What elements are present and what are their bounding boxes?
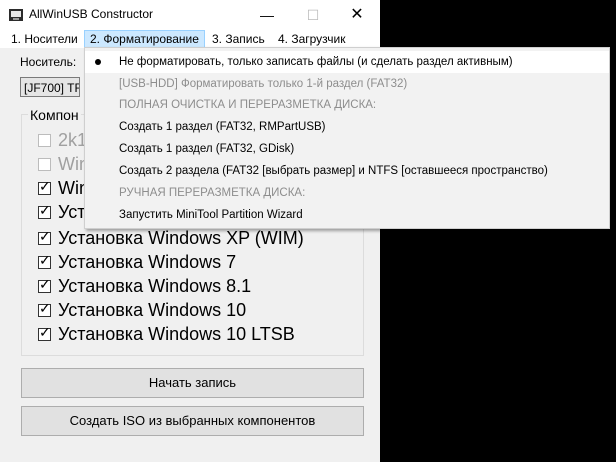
start-write-button[interactable]: Начать запись bbox=[21, 368, 364, 398]
component-item[interactable]: ✓ Установка Windows XP (WIM) bbox=[38, 227, 304, 249]
format-option-usb-hdd[interactable]: [USB-HDD] Форматировать только 1-й разде… bbox=[85, 73, 609, 95]
check-icon: ✓ bbox=[39, 177, 51, 194]
maximize-button[interactable]: ☐ bbox=[290, 0, 336, 30]
close-button[interactable]: ✕ bbox=[334, 0, 380, 30]
menu-bar: 1. Носители 2. Форматирование 3. Запись … bbox=[0, 30, 380, 48]
title-bar[interactable]: AllWinUSB Constructor — ☐ ✕ bbox=[0, 0, 380, 30]
checkbox[interactable]: ✓ bbox=[38, 251, 51, 269]
menu-section-label: РУЧНАЯ ПЕРЕРАЗМЕТКА ДИСКА: bbox=[119, 187, 306, 199]
media-label: Носитель: bbox=[20, 55, 77, 69]
media-select[interactable]: [JF700] TR bbox=[20, 77, 80, 97]
menu-option-label: [USB-HDD] Форматировать только 1-й разде… bbox=[119, 78, 408, 90]
checkbox[interactable]: ✓ bbox=[38, 323, 51, 341]
section-header-full-clean: ПОЛНАЯ ОЧИСТКА И ПЕРЕРАЗМЕТКА ДИСКА: bbox=[85, 94, 609, 116]
components-group-title: Компон bbox=[28, 107, 81, 123]
usb-drive-icon bbox=[9, 9, 23, 21]
format-option-minitool[interactable]: Запустить MiniTool Partition Wizard bbox=[85, 204, 609, 226]
format-option-two-partitions[interactable]: Создать 2 раздела (FAT32 [выбрать размер… bbox=[85, 160, 609, 182]
checkbox[interactable] bbox=[38, 133, 51, 147]
check-icon: ✓ bbox=[39, 201, 51, 218]
component-item[interactable]: ✓ Установка Windows 10 LTSB bbox=[38, 323, 295, 345]
checkbox[interactable]: ✓ bbox=[38, 227, 51, 245]
component-label: Установка Windows 7 bbox=[58, 251, 237, 272]
format-option-no-format[interactable]: Не форматировать, только записать файлы … bbox=[85, 51, 609, 73]
component-item[interactable]: Win bbox=[38, 153, 89, 175]
menu-option-label: Создать 2 раздела (FAT32 [выбрать размер… bbox=[119, 165, 548, 177]
checkbox[interactable]: ✓ bbox=[38, 299, 51, 317]
checkbox[interactable]: ✓ bbox=[38, 177, 51, 195]
component-item[interactable]: ✓ Установка Windows 7 bbox=[38, 251, 236, 273]
component-label: Установка Windows 10 LTSB bbox=[58, 323, 295, 344]
selected-bullet-icon bbox=[95, 59, 101, 65]
component-label: Установка Windows 8.1 bbox=[58, 275, 252, 296]
component-item[interactable]: 2k1 bbox=[38, 129, 87, 151]
component-item[interactable]: ✓ Win bbox=[38, 177, 89, 199]
menu-formatting[interactable]: 2. Форматирование bbox=[84, 30, 205, 48]
check-icon: ✓ bbox=[39, 251, 51, 268]
menu-option-label: Создать 1 раздел (FAT32, RMPartUSB) bbox=[119, 121, 326, 133]
check-icon: ✓ bbox=[39, 323, 51, 340]
component-label: Установка Windows XP (WIM) bbox=[58, 227, 304, 248]
checkbox[interactable]: ✓ bbox=[38, 201, 51, 219]
component-label: 2k1 bbox=[58, 129, 88, 150]
check-icon: ✓ bbox=[39, 299, 51, 316]
menu-write[interactable]: 3. Запись bbox=[207, 30, 270, 48]
checkbox[interactable] bbox=[38, 157, 51, 171]
section-header-manual: РУЧНАЯ ПЕРЕРАЗМЕТКА ДИСКА: bbox=[85, 182, 609, 204]
minimize-button[interactable]: — bbox=[244, 0, 290, 30]
menu-option-label: Создать 1 раздел (FAT32, GDisk) bbox=[119, 143, 295, 155]
window-title: AllWinUSB Constructor bbox=[29, 7, 154, 21]
menu-option-label: Запустить MiniTool Partition Wizard bbox=[119, 209, 303, 221]
menu-media[interactable]: 1. Носители bbox=[6, 30, 83, 48]
component-label: Установка Windows 10 bbox=[58, 299, 247, 320]
format-option-gdisk[interactable]: Создать 1 раздел (FAT32, GDisk) bbox=[85, 138, 609, 160]
check-icon: ✓ bbox=[39, 227, 51, 244]
create-iso-button[interactable]: Создать ISO из выбранных компонентов bbox=[21, 406, 364, 436]
check-icon: ✓ bbox=[39, 275, 51, 292]
menu-option-label: Не форматировать, только записать файлы … bbox=[119, 56, 513, 68]
menu-section-label: ПОЛНАЯ ОЧИСТКА И ПЕРЕРАЗМЕТКА ДИСКА: bbox=[119, 99, 377, 111]
component-item[interactable]: ✓ Установка Windows 10 bbox=[38, 299, 246, 321]
format-option-rmpartusb[interactable]: Создать 1 раздел (FAT32, RMPartUSB) bbox=[85, 116, 609, 138]
component-item[interactable]: ✓ Установка Windows 8.1 bbox=[38, 275, 251, 297]
formatting-dropdown-menu: Не форматировать, только записать файлы … bbox=[84, 47, 610, 229]
menu-bootloader[interactable]: 4. Загрузчик bbox=[273, 30, 351, 48]
checkbox[interactable]: ✓ bbox=[38, 275, 51, 293]
